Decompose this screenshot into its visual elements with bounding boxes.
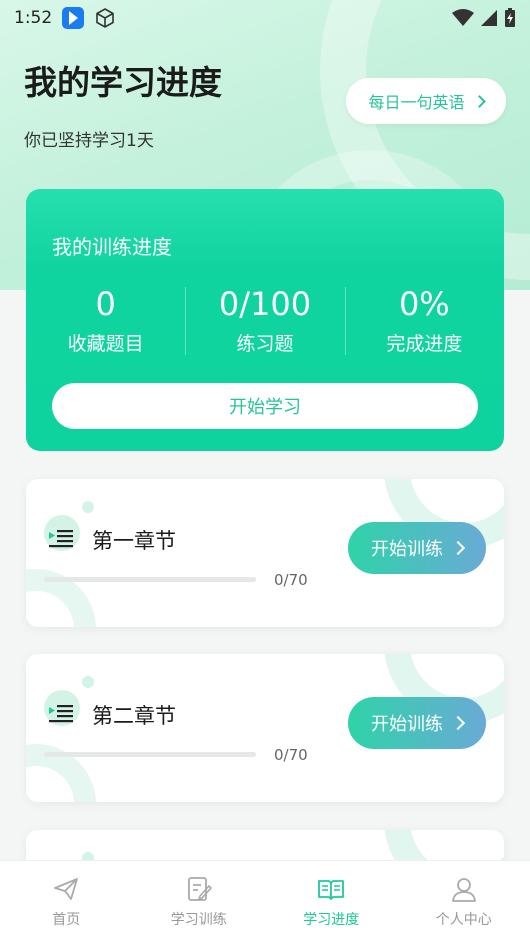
status-icons bbox=[452, 8, 516, 28]
stat-value: 0 bbox=[95, 285, 116, 323]
chapter-card: 第二章节 0/70 开始训练 bbox=[26, 654, 504, 802]
button-label: 开始训练 bbox=[371, 714, 443, 735]
chapter-list-icon bbox=[49, 530, 73, 548]
stat-completion: 0% 完成进度 bbox=[344, 285, 504, 357]
stat-label: 完成进度 bbox=[386, 333, 463, 355]
bottom-tab-bar: 首页 学习训练 学习进度 个人中心 bbox=[0, 860, 530, 942]
app-notification-icon bbox=[62, 7, 85, 29]
stat-label: 收藏题目 bbox=[67, 333, 144, 355]
tab-label: 学习训练 bbox=[170, 912, 227, 928]
status-bar: 1:52 bbox=[0, 0, 530, 36]
chapter-list-icon bbox=[49, 705, 73, 723]
tab-label: 学习进度 bbox=[303, 912, 360, 928]
stats-row: 0 收藏题目 0/100 练习题 0% 完成进度 bbox=[26, 285, 504, 357]
tab-label: 首页 bbox=[52, 912, 81, 928]
edit-note-icon bbox=[187, 877, 212, 901]
open-book-icon bbox=[318, 880, 345, 900]
button-label: 开始训练 bbox=[371, 539, 443, 560]
chapter-progress-bar bbox=[44, 752, 256, 757]
daily-english-label: 每日一句英语 bbox=[368, 93, 465, 112]
person-icon bbox=[451, 878, 476, 902]
stat-exercises: 0/100 练习题 bbox=[185, 285, 344, 357]
chapter-title: 第一章节 bbox=[92, 529, 176, 553]
chapter-progress-bar bbox=[44, 577, 256, 582]
page-title: 我的学习进度 bbox=[24, 63, 222, 102]
start-training-button[interactable]: 开始训练 bbox=[348, 697, 486, 749]
stat-value: 0/100 bbox=[218, 285, 312, 323]
chapter-card: 第一章节 0/70 开始训练 bbox=[26, 479, 504, 627]
tab-study-training[interactable]: 学习训练 bbox=[133, 861, 266, 942]
wifi-icon bbox=[452, 9, 474, 26]
stat-favorites: 0 收藏题目 bbox=[26, 285, 185, 357]
card-title: 我的训练进度 bbox=[52, 235, 172, 259]
chapter-title: 第二章节 bbox=[92, 704, 176, 728]
chevron-right-icon bbox=[450, 715, 466, 731]
start-learning-button[interactable]: 开始学习 bbox=[52, 383, 478, 429]
chapter-count: 0/70 bbox=[274, 571, 308, 589]
chevron-right-icon bbox=[472, 94, 486, 108]
cube-icon bbox=[96, 8, 114, 28]
start-training-button[interactable]: 开始训练 bbox=[348, 522, 486, 574]
stat-label: 练习题 bbox=[236, 333, 294, 355]
chapter-count: 0/70 bbox=[274, 746, 308, 764]
tab-home[interactable]: 首页 bbox=[0, 861, 133, 942]
stat-value: 0% bbox=[398, 285, 450, 323]
tab-study-progress[interactable]: 学习进度 bbox=[265, 861, 398, 942]
battery-icon bbox=[505, 8, 515, 27]
status-time: 1:52 bbox=[14, 8, 53, 28]
training-progress-card: 我的训练进度 0 收藏题目 0/100 练习题 0% 完成进度 开始学习 bbox=[26, 189, 504, 451]
paper-plane-icon bbox=[54, 878, 79, 900]
signal-icon bbox=[481, 10, 497, 26]
chevron-right-icon bbox=[450, 540, 466, 556]
study-streak-text: 你已坚持学习1天 bbox=[24, 131, 154, 151]
card-decoration bbox=[82, 676, 94, 688]
card-decoration bbox=[82, 501, 94, 513]
tab-profile[interactable]: 个人中心 bbox=[398, 861, 530, 942]
daily-english-button[interactable]: 每日一句英语 bbox=[346, 78, 506, 124]
tab-label: 个人中心 bbox=[435, 912, 492, 928]
